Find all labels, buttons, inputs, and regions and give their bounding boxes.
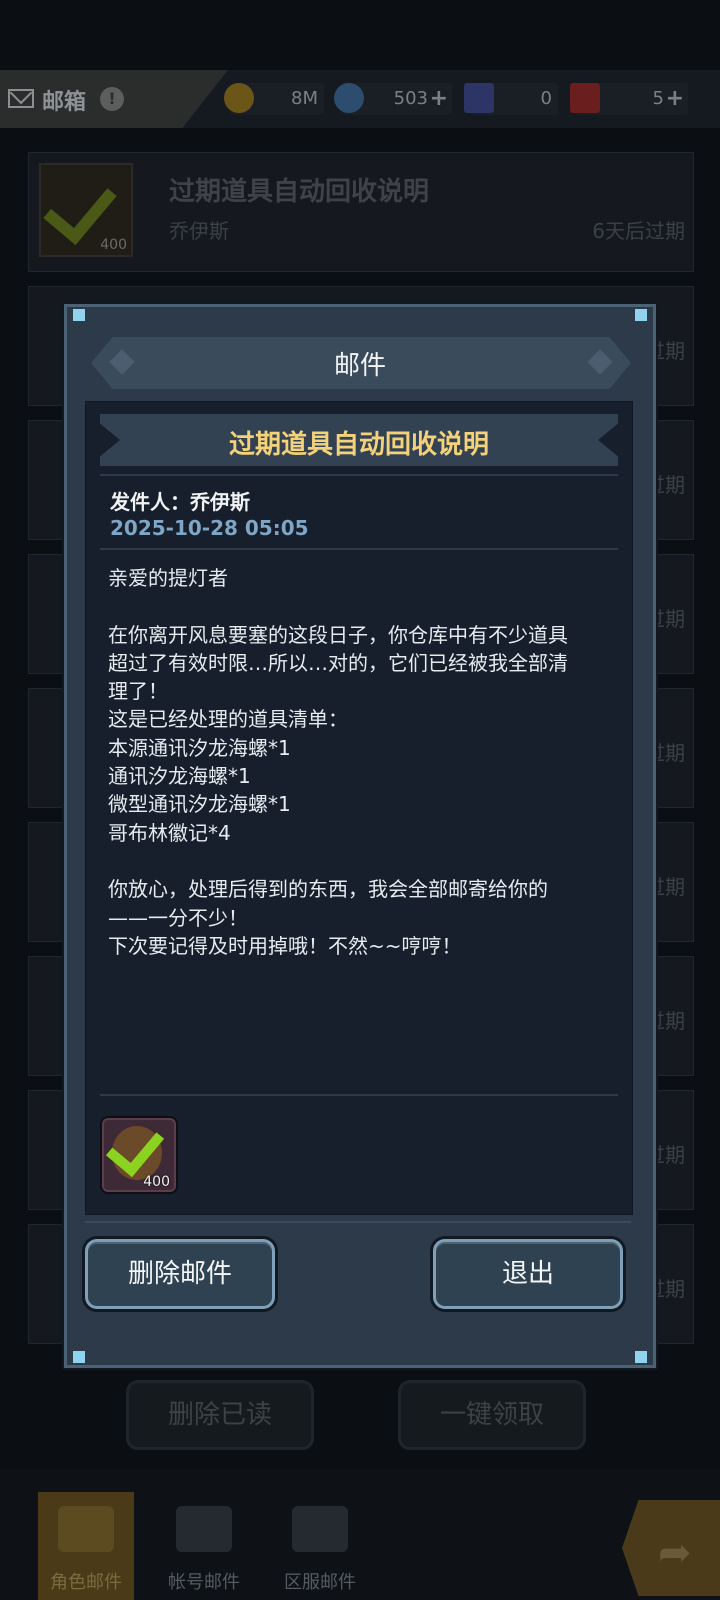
share-button[interactable]: ➦ (622, 1500, 720, 1596)
ticket-blue-value: 0 (540, 88, 552, 109)
tab-label: 帐号邮件 (168, 1572, 240, 1593)
tab-character-mail[interactable]: 角色邮件 (38, 1492, 134, 1600)
divider (100, 474, 618, 476)
mail-dialog: 邮件 过期道具自动回收说明 发件人：乔伊斯 2025-10-28 05:05 亲… (64, 304, 656, 1368)
mail-subject: 过期道具自动回收说明 (169, 177, 430, 207)
delete-read-button[interactable]: 删除已读 (126, 1380, 314, 1450)
mail-date: 2025-10-28 05:05 (110, 516, 309, 540)
body-line: 这是已经处理的道具清单： (108, 707, 348, 732)
ticket-red-icon (570, 83, 600, 113)
mail-list-item[interactable]: 400 过期道具自动回收说明 乔伊斯 6天后过期 (28, 152, 694, 272)
claim-all-button[interactable]: 一键领取 (398, 1380, 586, 1450)
dialog-title: 邮件 (333, 351, 386, 381)
mail-body: 亲爱的提灯者 在你离开风息要塞的这段日子，你仓库中有不少道具 超过了有效时限…所… (108, 564, 618, 960)
divider (100, 1094, 618, 1096)
tab-server-mail[interactable]: 区服邮件 (272, 1492, 368, 1600)
body-line (108, 847, 618, 875)
body-line: 哥布林徽记*4 (108, 820, 231, 845)
body-line: 亲爱的提灯者 (108, 566, 228, 590)
attachment-qty: 400 (143, 1174, 170, 1190)
body-line: 理了！ (108, 679, 168, 704)
tab-label: 区服邮件 (284, 1572, 356, 1593)
mail-content-panel: 过期道具自动回收说明 发件人：乔伊斯 2025-10-28 05:05 亲爱的提… (85, 401, 633, 1215)
top-bar: 邮箱 ! 8M 503 + 0 5 + (0, 70, 720, 128)
share-arrow-icon: ➦ (658, 1530, 692, 1576)
divider (85, 1221, 631, 1223)
attachment-item[interactable]: 400 (100, 1116, 178, 1194)
gold-coin-icon (224, 83, 254, 113)
gold-value: 8M (291, 88, 318, 109)
bottom-nav: 角色邮件 帐号邮件 区服邮件 ➦ (0, 1470, 720, 1600)
body-line (108, 592, 618, 620)
body-line: ——一分不少！ (108, 905, 248, 930)
body-line: 通讯汐龙海螺*1 (108, 764, 251, 789)
resource-ticket-red: 5 + (570, 83, 688, 115)
tab-label: 角色邮件 (50, 1572, 122, 1593)
corner-ornament (635, 309, 647, 321)
body-line: 在你离开风息要塞的这段日子，你仓库中有不少道具 (108, 622, 568, 647)
corner-ornament (73, 1351, 85, 1363)
body-line: 本源通讯汐龙海螺*1 (108, 735, 291, 760)
checkmark-icon (43, 168, 117, 246)
ticket-red-plus-button[interactable]: + (666, 86, 684, 111)
corner-ornament (73, 309, 85, 321)
crystal-icon (334, 83, 364, 113)
divider (100, 548, 618, 550)
account-mail-icon (176, 1506, 232, 1552)
thumb-qty: 400 (100, 237, 127, 253)
subject-bar: 过期道具自动回收说明 (98, 414, 620, 466)
exit-button[interactable]: 退出 (433, 1239, 623, 1309)
mail-sender: 乔伊斯 (169, 219, 229, 243)
ticket-red-value: 5 (652, 88, 664, 109)
delete-mail-button[interactable]: 删除邮件 (85, 1239, 275, 1309)
mail-expire: 6天后过期 (592, 219, 685, 243)
resource-ticket-blue: 0 (464, 83, 558, 115)
mail-icon (8, 89, 34, 108)
crystal-plus-button[interactable]: + (430, 86, 448, 111)
tab-account-mail[interactable]: 帐号邮件 (156, 1492, 252, 1600)
crystal-value: 503 (393, 88, 428, 109)
resource-gold: 8M (224, 83, 324, 115)
mail-attachment-thumb: 400 (39, 163, 133, 257)
body-line: 下次要记得及时用掉哦！不然~~哼哼！ (108, 933, 462, 958)
corner-ornament (635, 1351, 647, 1363)
ticket-blue-icon (464, 83, 494, 113)
body-line: 超过了有效时限…所以…对的，它们已经被我全部清 (108, 650, 568, 675)
body-line: 你放心，处理后得到的东西，我会全部邮寄给你的 (108, 877, 548, 902)
server-mail-icon (292, 1506, 348, 1552)
body-line: 微型通讯汐龙海螺*1 (108, 792, 291, 817)
resource-crystal: 503 + (334, 83, 452, 115)
mail-subject-title: 过期道具自动回收说明 (228, 430, 489, 460)
envelope-icon (58, 1506, 114, 1552)
mailbox-header: 邮箱 ! (0, 70, 228, 128)
mailbox-title: 邮箱 (42, 90, 87, 115)
help-icon[interactable]: ! (100, 87, 124, 111)
sender-line: 发件人：乔伊斯 (110, 490, 250, 514)
